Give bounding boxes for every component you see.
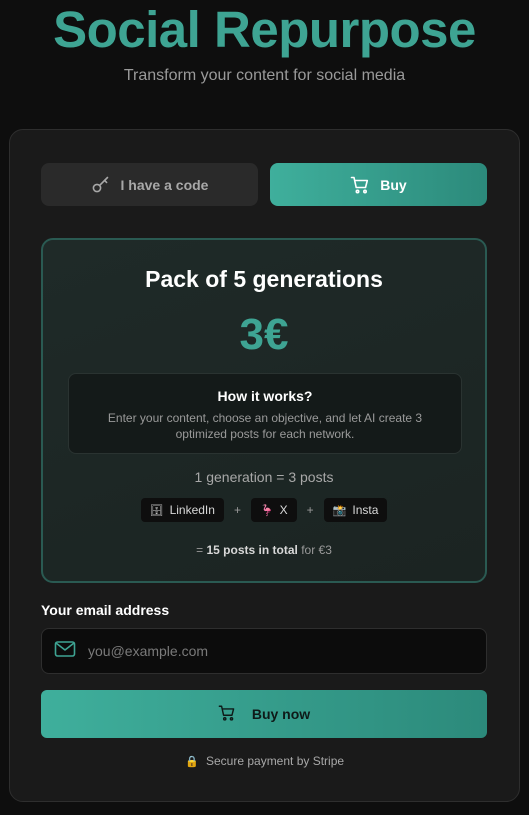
chip-x-label: X <box>279 503 288 517</box>
pack-panel: Pack of 5 generations 3€ How it works? E… <box>41 238 487 583</box>
secure-payment-note: 🔒 Secure payment by Stripe <box>10 754 519 768</box>
purchase-card: I have a code Buy Pack of 5 generations … <box>9 129 520 802</box>
how-it-works-box: How it works? Enter your content, choose… <box>68 373 462 454</box>
pack-title: Pack of 5 generations <box>145 266 383 292</box>
tab-buy[interactable]: Buy <box>270 163 487 206</box>
pack-price: 3€ <box>239 310 289 359</box>
email-field-wrapper <box>41 628 487 674</box>
plus-sign: + <box>306 503 314 517</box>
cart-icon <box>350 175 370 195</box>
buy-now-label: Buy now <box>251 706 311 722</box>
generation-line: 1 generation = 3 posts <box>194 469 334 485</box>
x-icon: 🦩 <box>259 504 274 517</box>
total-bold: 15 posts in total <box>206 543 298 557</box>
plus-sign: + <box>233 503 241 517</box>
tab-i-have-a-code[interactable]: I have a code <box>41 163 258 206</box>
linkedin-icon: 🗄 <box>149 504 164 517</box>
how-it-works-title: How it works? <box>217 388 313 404</box>
total-line: = 15 posts in total for €3 <box>43 543 485 557</box>
chip-x: 🦩 X <box>250 498 297 522</box>
instagram-icon: 📸 <box>332 504 347 517</box>
key-icon <box>91 175 111 195</box>
total-prefix: = <box>196 543 204 557</box>
lock-icon: 🔒 <box>184 756 199 768</box>
chip-insta: 📸 Insta <box>323 498 388 522</box>
app-subtitle: Transform your content for social media <box>123 67 406 84</box>
total-suffix: for €3 <box>301 543 332 557</box>
cart-icon <box>218 704 236 725</box>
network-chips: 🗄 LinkedIn + 🦩 X + 📸 Insta <box>43 498 485 522</box>
chip-linkedin: 🗄 LinkedIn <box>140 498 224 522</box>
buy-now-button[interactable]: Buy now <box>41 690 487 738</box>
app-title: Social Repurpose <box>53 1 476 58</box>
email-field[interactable] <box>88 629 486 673</box>
tab-buy-label: Buy <box>380 176 407 193</box>
secure-payment-text: Secure payment by Stripe <box>205 754 345 768</box>
chip-insta-label: Insta <box>352 503 379 517</box>
how-it-works-description: Enter your content, choose an objective,… <box>107 411 423 441</box>
mail-icon <box>54 640 76 663</box>
chip-linkedin-label: LinkedIn <box>169 503 215 517</box>
email-label: Your email address <box>41 602 170 618</box>
tab-code-label: I have a code <box>120 176 209 193</box>
